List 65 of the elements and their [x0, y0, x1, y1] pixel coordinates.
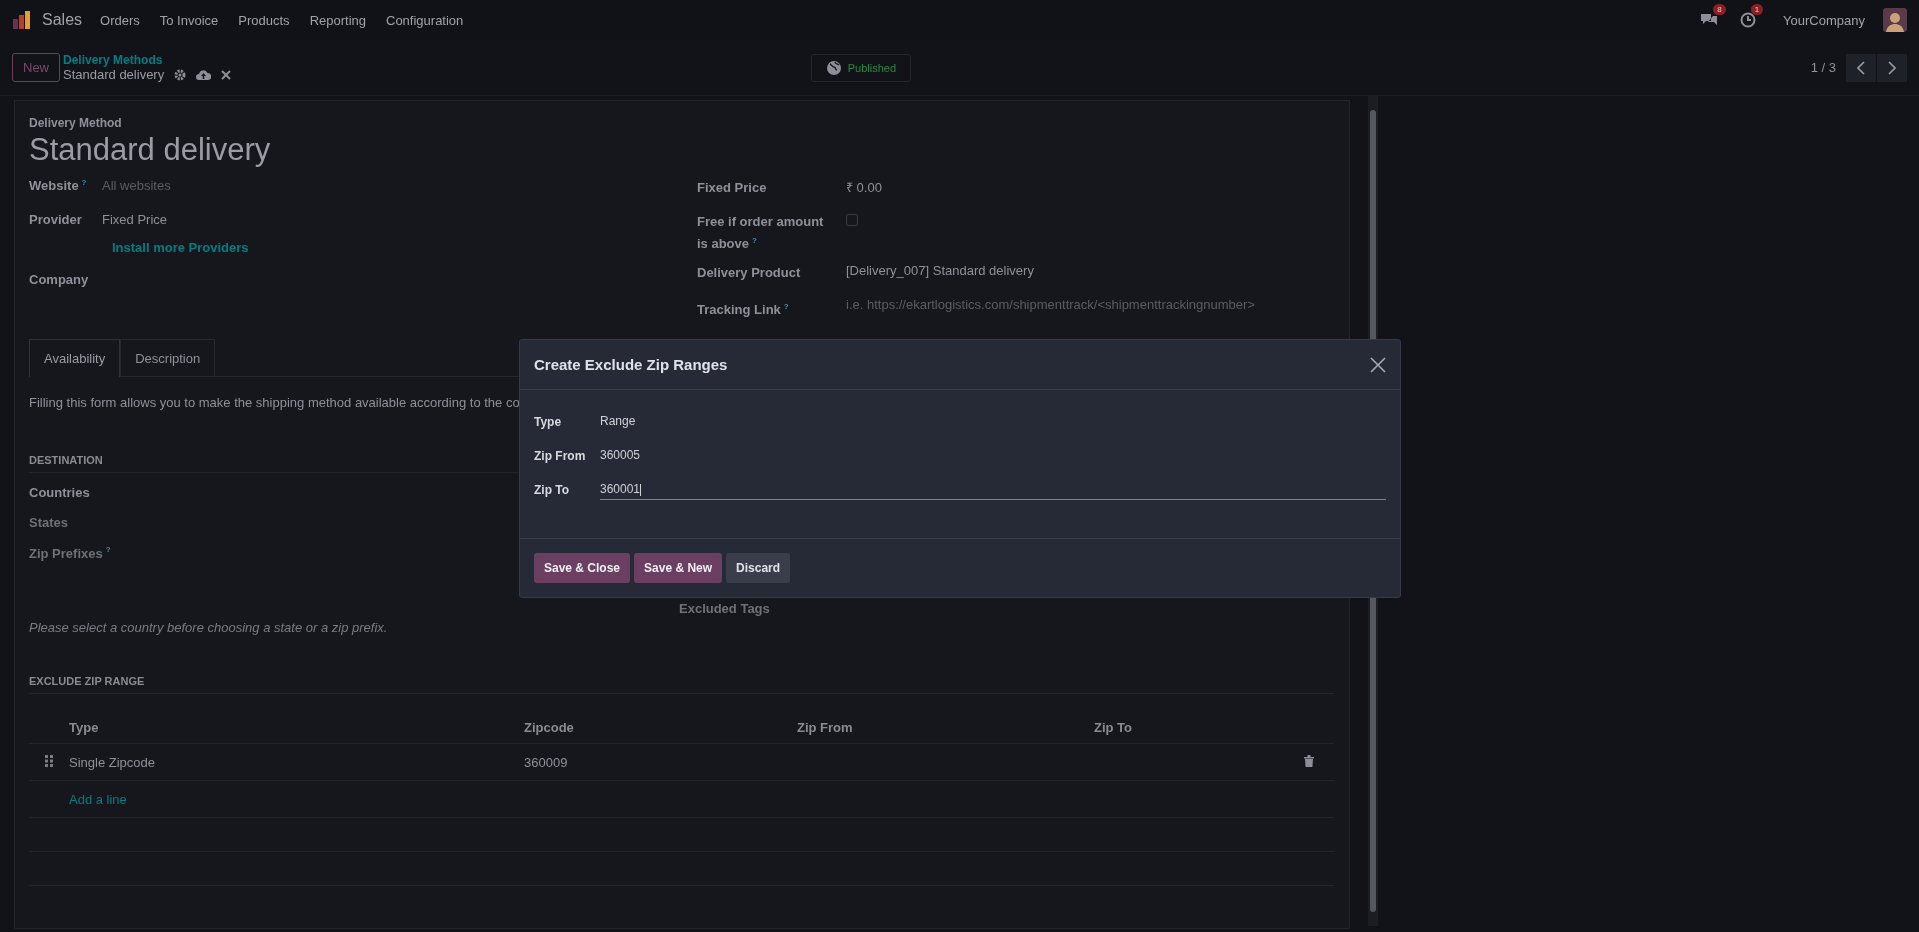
field-label: Company — [29, 272, 90, 287]
column-header[interactable]: Zip From — [797, 712, 1094, 744]
record-title: Standard delivery — [29, 132, 272, 168]
dialog-title: Create Exclude Zip Ranges — [534, 356, 728, 373]
description-text: Filling this form allows you to make the shipping method available according to the co — [29, 395, 521, 411]
trash-icon[interactable] — [1304, 754, 1314, 767]
menu-item[interactable]: To Invoice — [159, 12, 219, 28]
message-count-badge: 8 — [1713, 4, 1726, 15]
next-button[interactable] — [1877, 53, 1907, 82]
field-label: Tracking Link $^{?}$ — [697, 301, 790, 320]
field-label: Provider — [29, 212, 83, 227]
tab[interactable]: Availability — [29, 339, 121, 378]
column-header[interactable]: Type — [69, 712, 524, 744]
breadcrumb-link[interactable]: Delivery Methods — [63, 53, 232, 67]
chevron-right-icon — [1888, 60, 1896, 75]
cloud-upload-icon[interactable] — [196, 69, 212, 80]
field-value[interactable]: Fixed Price — [102, 212, 168, 227]
field-value[interactable]: ₹ 0.00 — [846, 178, 882, 196]
menu-item[interactable]: Configuration — [386, 12, 464, 28]
company-name[interactable]: YourCompany — [1783, 12, 1865, 28]
add-line-link[interactable]: Add a line — [69, 791, 127, 807]
tab[interactable]: Description — [120, 339, 216, 378]
install-providers-link[interactable]: Install more Providers — [112, 240, 249, 255]
field-label: Zip Prefixes $^{?}$ — [29, 545, 111, 561]
menu-item[interactable]: Reporting — [309, 12, 366, 28]
section-heading: EXCLUDE ZIP RANGE — [29, 675, 1334, 695]
menu-item[interactable]: Orders — [100, 12, 140, 28]
column-header[interactable]: Zipcode — [524, 712, 797, 744]
pager-counter: 1 / 3 — [1810, 60, 1836, 75]
dialog-button[interactable]: Save & New — [634, 553, 723, 583]
menu-item[interactable]: Products — [238, 12, 290, 28]
input-field[interactable]: Range — [600, 412, 1386, 432]
record-name: Standard delivery — [63, 67, 165, 82]
clock-icon[interactable] — [1739, 12, 1756, 28]
drag-handle-icon[interactable] — [45, 754, 53, 767]
section-label: Delivery Method — [29, 116, 123, 130]
field-label: Zip To — [534, 483, 571, 497]
settings-icon[interactable] — [174, 68, 187, 81]
field-label: Website $^{?}$ — [29, 178, 88, 194]
field-label: Free if order amount is above $^{?}$ — [697, 213, 825, 254]
field-label: States — [29, 515, 69, 531]
field-label: Type — [534, 415, 563, 429]
field-label: Excluded Tags — [679, 601, 770, 617]
activity-count-badge: 1 — [1750, 4, 1764, 15]
dialog-button[interactable]: Save & Close — [534, 553, 631, 583]
bar-chart-logo-icon[interactable] — [12, 10, 32, 30]
avatar-icon[interactable] — [1883, 8, 1907, 32]
app-name[interactable]: Sales — [42, 11, 83, 29]
hint-text: Please select a country before choosing a state or a zip prefix. — [29, 620, 389, 636]
column-header[interactable]: Zip To — [1094, 712, 1304, 744]
dialog-button[interactable]: Discard — [726, 553, 791, 583]
input-field[interactable]: 360001 — [600, 480, 1386, 500]
field-value[interactable]: [Delivery_007] Standard delivery — [846, 263, 1034, 279]
chevron-left-icon — [1857, 60, 1865, 75]
discard-icon[interactable] — [221, 69, 232, 80]
published-button[interactable]: Published — [810, 53, 912, 82]
table-cell: Single Zipcode — [69, 754, 155, 770]
field-label: Countries — [29, 485, 90, 501]
checkbox[interactable] — [846, 214, 858, 226]
field-label: Fixed Price — [697, 179, 768, 197]
globe-icon — [825, 59, 842, 76]
table-cell: 360009 — [524, 754, 568, 770]
close-icon[interactable] — [1370, 356, 1386, 373]
field-label: Delivery Product — [697, 264, 802, 283]
previous-button[interactable] — [1846, 53, 1876, 82]
